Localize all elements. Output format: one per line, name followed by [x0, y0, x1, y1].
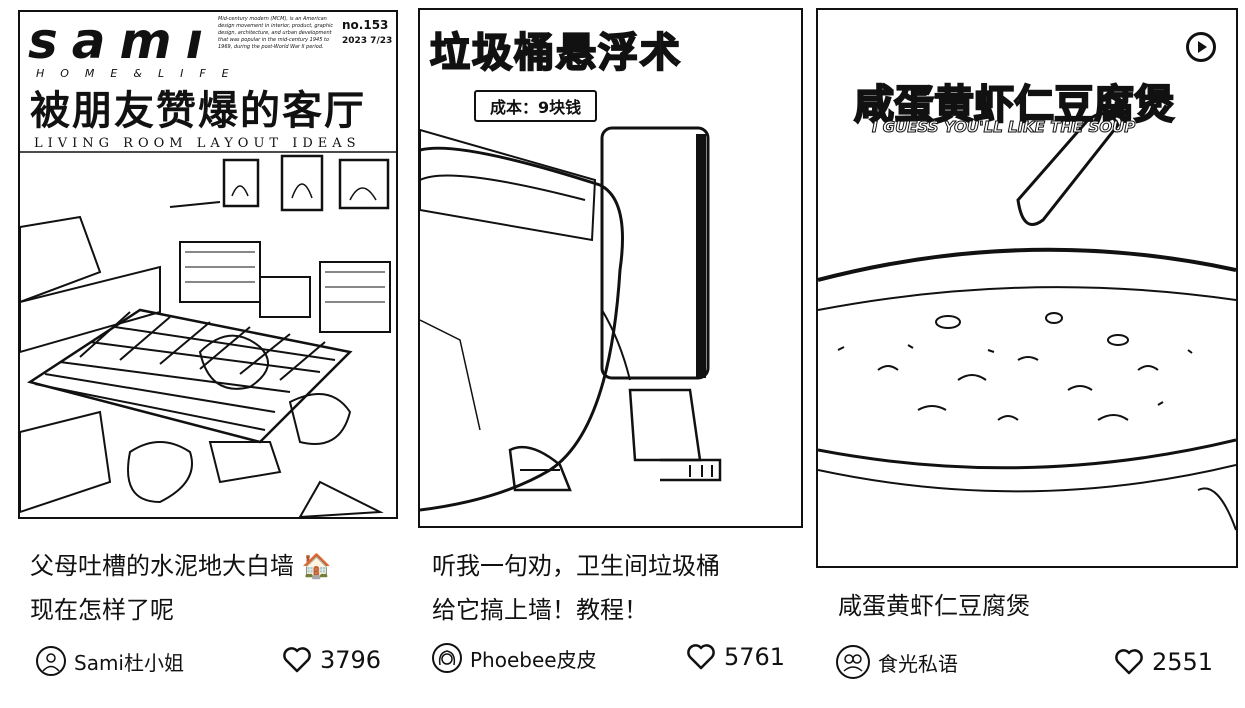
- cover-subline: I GUESS YOU'LL LIKE THE SOUP: [871, 118, 1136, 137]
- card-title[interactable]: 父母吐槽的水泥地大白墙 🏠 现在怎样了呢: [30, 544, 332, 632]
- card-author[interactable]: Sami杜小姐: [36, 641, 184, 681]
- cover-subline: LIVING ROOM LAYOUT IDEAS: [34, 136, 361, 151]
- like-count: 5761: [724, 643, 786, 671]
- cover-headline: 垃圾桶悬浮术: [429, 29, 682, 77]
- card-title[interactable]: 咸蛋黄虾仁豆腐煲: [838, 584, 1030, 628]
- card-cover-image[interactable]: samı HOME&LIFE Mid-century modern (MCM),…: [18, 10, 398, 519]
- card-title[interactable]: 听我一句劝，卫生间垃圾桶 给它搞上墙！教程！: [432, 544, 720, 632]
- like-button[interactable]: 3796: [282, 640, 381, 680]
- author-name: 食光私语: [878, 651, 958, 676]
- feed-card-2[interactable]: 垃圾桶悬浮术 成本：9块钱 听我一句劝，卫生间垃圾桶 给它搞上墙！教程！ Pho…: [400, 0, 810, 708]
- card-title-line-2: 现在怎样了呢: [30, 596, 174, 624]
- heart-outline-icon: [1115, 649, 1143, 675]
- card-title-line-1: 听我一句劝，卫生间垃圾桶: [432, 552, 720, 580]
- cover-headline: 被朋友赞爆的客厅: [30, 87, 366, 134]
- like-count: 3796: [320, 646, 382, 674]
- like-count: 2551: [1152, 648, 1214, 676]
- cover-issue-no: no.153: [342, 18, 389, 32]
- cover-blurb: Mid-century modern (MCM), is an American…: [218, 16, 334, 50]
- card-cover-image[interactable]: 垃圾桶悬浮术 成本：9块钱: [418, 8, 803, 528]
- heart-outline-icon: [687, 644, 715, 670]
- feed-card-1[interactable]: samı HOME&LIFE Mid-century modern (MCM),…: [0, 0, 400, 708]
- house-emoji-icon: 🏠: [301, 552, 332, 580]
- author-name: Phoebee皮皮: [470, 647, 597, 672]
- heart-outline-icon: [283, 647, 311, 673]
- card-title-line-1: 咸蛋黄虾仁豆腐煲: [838, 592, 1030, 620]
- trash-can-illustration: [420, 126, 722, 512]
- cover-issue-date: 2023 7/23: [342, 36, 393, 46]
- card-author[interactable]: Phoebee皮皮: [432, 638, 597, 678]
- card-title-line-2: 给它搞上墙！教程！: [432, 596, 648, 624]
- card-author[interactable]: 食光私语: [836, 642, 958, 682]
- avatar: [36, 646, 66, 676]
- like-button[interactable]: 2551: [1114, 642, 1213, 682]
- author-name: Sami杜小姐: [74, 650, 184, 675]
- card-title-line-1: 父母吐槽的水泥地大白墙: [30, 552, 294, 580]
- card-cover-image[interactable]: 咸蛋黄虾仁豆腐煲 I GUESS YOU'LL LIKE THE SOUP: [816, 8, 1238, 568]
- feed-card-3[interactable]: 咸蛋黄虾仁豆腐煲 I GUESS YOU'LL LIKE THE SOUP 咸蛋…: [810, 0, 1245, 708]
- avatar: [836, 645, 870, 679]
- cover-brand: samı: [28, 12, 217, 70]
- cover-cost-tag: 成本：9块钱: [474, 90, 598, 122]
- play-icon[interactable]: [1186, 32, 1216, 62]
- like-button[interactable]: 5761: [686, 637, 785, 677]
- avatar: [432, 643, 462, 673]
